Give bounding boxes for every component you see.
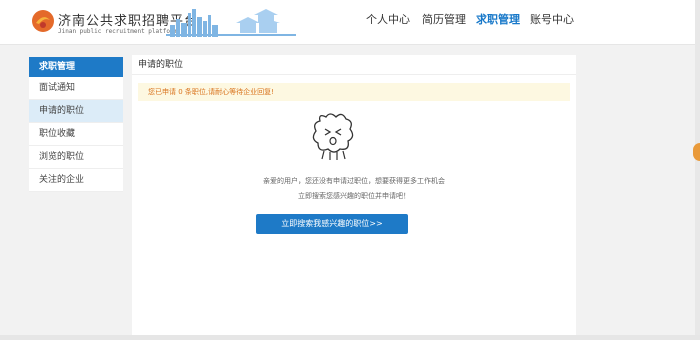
application-notice: 您已申请 0 条职位,请耐心等待企业回复!: [138, 83, 570, 101]
brand-subtitle: Jinan public recruitment platform: [58, 28, 178, 35]
sidebar-item-saved-jobs[interactable]: 职位收藏: [29, 123, 123, 146]
bottom-bar: [0, 335, 700, 340]
sidebar-item-interview-notices[interactable]: 面试通知: [29, 77, 123, 100]
city-skyline-icon: [166, 9, 296, 37]
nav-job-management[interactable]: 求职管理: [476, 11, 520, 27]
sidebar-item-applied-jobs[interactable]: 申请的职位: [29, 100, 123, 123]
sidebar-item-viewed-jobs[interactable]: 浏览的职位: [29, 146, 123, 169]
top-header: 济南公共求职招聘平台 Jinan public recruitment plat…: [0, 0, 700, 45]
sad-face-icon: [312, 113, 354, 160]
empty-message-line2: 立即搜索您感兴趣的职位并申请吧！: [298, 192, 410, 200]
search-jobs-button[interactable]: 立即搜索我感兴趣的职位>>: [256, 214, 408, 234]
sidebar-heading: 求职管理: [29, 57, 123, 77]
page-title: 申请的职位: [132, 55, 576, 75]
nav-resume-management[interactable]: 简历管理: [422, 11, 466, 27]
empty-message-line1: 亲爱的用户，您还没有申请过职位，想要获得更多工作机会: [263, 177, 445, 185]
platform-logo-icon[interactable]: [30, 8, 56, 34]
sidebar-item-followed-companies[interactable]: 关注的企业: [29, 169, 123, 192]
nav-account-center[interactable]: 账号中心: [530, 11, 574, 27]
floating-side-tab[interactable]: [693, 143, 700, 161]
nav-personal-center[interactable]: 个人中心: [366, 11, 410, 27]
main-panel: 申请的职位 您已申请 0 条职位,请耐心等待企业回复! 亲爱的用户，您还没有申请…: [132, 55, 576, 340]
sidebar: 求职管理 面试通知 申请的职位 职位收藏 浏览的职位 关注的企业: [29, 57, 123, 192]
page-scrollbar[interactable]: [695, 0, 700, 340]
